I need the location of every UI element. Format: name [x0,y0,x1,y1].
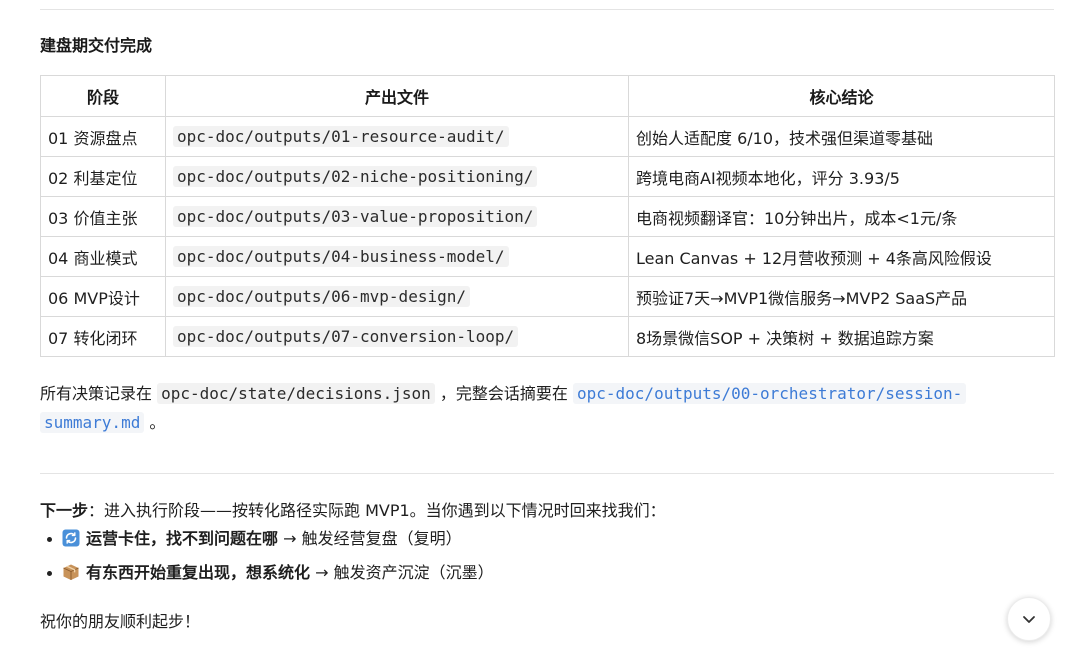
next-step-label: 下一步 [40,501,89,520]
trigger-list: 运营卡住，找不到问题在哪 → 触发经营复盘（复明） 有东西开始重复出现，想系统化… [40,524,494,592]
table-header-row: 阶段 产出文件 核心结论 [40,75,1055,117]
table-row: 02 利基定位 opc-doc/outputs/02-niche-positio… [40,156,1055,197]
table-row: 01 资源盘点 opc-doc/outputs/01-resource-audi… [40,116,1055,157]
cell-file: opc-doc/outputs/02-niche-positioning/ [165,156,629,197]
next-step-text: ：进入执行阶段——按转化路径实际跑 MVP1。当你遇到以下情况时回来找我们： [88,501,666,520]
file-path-code: opc-doc/outputs/01-resource-audit/ [173,126,509,147]
cell-stage: 04 商业模式 [40,236,166,277]
file-path-code: opc-doc/outputs/04-business-model/ [173,246,509,267]
section-title: 建盘期交付完成 [40,36,153,55]
file-path-code: opc-doc/outputs/03-value-proposition/ [173,206,538,227]
file-path-code: opc-doc/outputs/07-conversion-loop/ [173,326,519,347]
summary-middle: ，完整会话摘要在 [434,384,573,403]
trigger-rest: → 触发经营复盘（复明） [278,529,462,548]
summary-prefix: 所有决策记录在 [40,384,158,403]
summary-paragraph: 所有决策记录在 opc-doc/state/decisions.json ，完整… [40,379,1054,437]
cell-file: opc-doc/outputs/01-resource-audit/ [165,116,629,157]
cell-conclusion: 电商视频翻译官：10分钟出片，成本<1元/条 [628,196,1055,237]
trigger-bold: 有东西开始重复出现，想系统化 [86,563,311,582]
top-divider [40,9,1054,10]
header-stage: 阶段 [40,75,166,117]
list-item: 运营卡住，找不到问题在哪 → 触发经营复盘（复明） [40,524,494,558]
file-path-code: opc-doc/outputs/06-mvp-design/ [173,286,470,307]
section-divider [40,473,1054,474]
cell-file: opc-doc/outputs/04-business-model/ [165,236,629,277]
chevron-down-icon [1023,616,1035,623]
cell-conclusion: 8场景微信SOP + 决策树 + 数据追踪方案 [628,316,1055,357]
scroll-to-bottom-button[interactable] [1007,597,1051,641]
cell-stage: 03 价值主张 [40,196,166,237]
table-row: 07 转化闭环 opc-doc/outputs/07-conversion-lo… [40,316,1055,357]
session-summary-link[interactable]: opc-doc/outputs/00-orchestrator/session- [573,383,967,404]
table-row: 04 商业模式 opc-doc/outputs/04-business-mode… [40,236,1055,277]
trigger-bold: 运营卡住，找不到问题在哪 [86,529,279,548]
cell-stage: 06 MVP设计 [40,276,166,317]
refresh-icon [62,529,80,547]
cell-stage: 02 利基定位 [40,156,166,197]
cell-stage: 01 资源盘点 [40,116,166,157]
next-step-paragraph: 下一步：进入执行阶段——按转化路径实际跑 MVP1。当你遇到以下情况时回来找我们… [40,497,666,525]
cell-file: opc-doc/outputs/03-value-proposition/ [165,196,629,237]
cell-conclusion: 创始人适配度 6/10，技术强但渠道零基础 [628,116,1055,157]
farewell-text: 祝你的朋友顺利起步！ [40,612,201,631]
cell-file: opc-doc/outputs/06-mvp-design/ [165,276,629,317]
summary-suffix: 。 [144,413,166,432]
package-icon [63,564,79,580]
trigger-rest: → 触发资产沉淀（沉墨） [310,563,494,582]
session-summary-link-cont[interactable]: summary.md [40,412,145,433]
cell-stage: 07 转化闭环 [40,316,166,357]
deliverables-table: 阶段 产出文件 核心结论 01 资源盘点 opc-doc/outputs/01-… [40,75,1055,357]
header-file: 产出文件 [165,75,629,117]
header-conclusion: 核心结论 [628,75,1055,117]
cell-conclusion: 跨境电商AI视频本地化，评分 3.93/5 [628,156,1055,197]
file-path-code: opc-doc/outputs/02-niche-positioning/ [173,166,538,187]
table-row: 06 MVP设计 opc-doc/outputs/06-mvp-design/ … [40,276,1055,317]
list-item: 有东西开始重复出现，想系统化 → 触发资产沉淀（沉墨） [40,558,494,592]
cell-conclusion: Lean Canvas + 12月营收预测 + 4条高风险假设 [628,236,1055,277]
decisions-path-code: opc-doc/state/decisions.json [157,383,435,404]
table-row: 03 价值主张 opc-doc/outputs/03-value-proposi… [40,196,1055,237]
cell-file: opc-doc/outputs/07-conversion-loop/ [165,316,629,357]
cell-conclusion: 预验证7天→MVP1微信服务→MVP2 SaaS产品 [628,276,1055,317]
